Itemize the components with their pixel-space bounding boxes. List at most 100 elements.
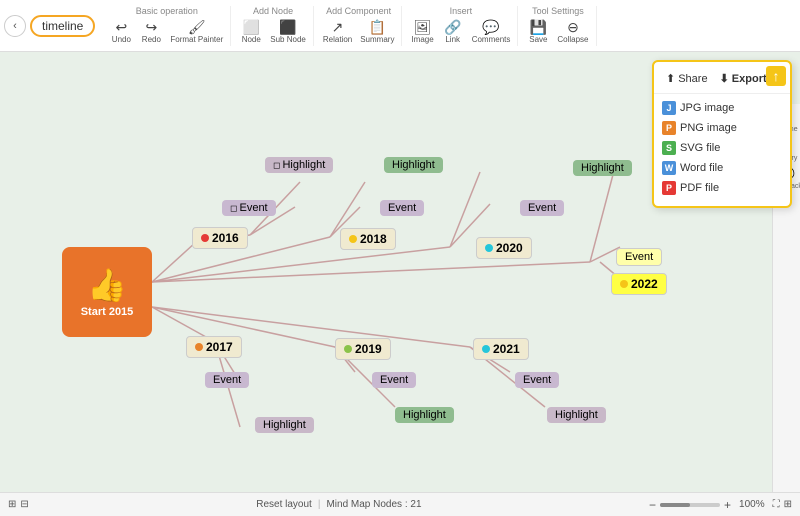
- statusbar-icon-left2: ⊟: [20, 499, 28, 510]
- png-label: PNG image: [680, 122, 737, 134]
- statusbar-center: Reset layout | Mind Map Nodes : 21: [37, 499, 641, 510]
- export-png-button[interactable]: P PNG image: [654, 118, 790, 138]
- year-2022-node[interactable]: 2022: [611, 273, 667, 295]
- highlight-2016-node[interactable]: ◻ Highlight: [265, 157, 333, 173]
- export-label: Export: [732, 73, 767, 85]
- event-2022-label: Event: [625, 251, 653, 263]
- export-icon: ⬇: [720, 72, 729, 85]
- jpg-icon: J: [662, 101, 676, 115]
- word-icon: W: [662, 161, 676, 175]
- highlight-2021-label: Highlight: [555, 409, 598, 421]
- year-2019-node[interactable]: 2019: [335, 338, 391, 360]
- export-panel: ⬆ Share ⬇ Export ↑ J JPG image P PNG ima…: [652, 60, 792, 208]
- highlight-2020-label: Highlight: [581, 162, 624, 174]
- summary-button[interactable]: 📋Summary: [357, 18, 397, 46]
- highlight-2017-node[interactable]: Highlight: [255, 417, 314, 433]
- link-button[interactable]: 🔗Link: [439, 18, 467, 46]
- highlight-2016-icon: ◻: [273, 160, 280, 171]
- event-2019-node[interactable]: Event: [372, 372, 416, 388]
- event-2021-label: Event: [523, 374, 551, 386]
- mind-map-nodes-label: Mind Map Nodes : 21: [326, 499, 421, 510]
- toolbar: ‹ timeline Basic operation ↩Undo ↪Redo 🖌…: [0, 0, 800, 52]
- statusbar: ⊞ ⊟ Reset layout | Mind Map Nodes : 21 −…: [0, 492, 800, 516]
- highlight-2019-label: Highlight: [403, 409, 446, 421]
- event-2017-node[interactable]: Event: [205, 372, 249, 388]
- zoom-bar[interactable]: [660, 503, 720, 507]
- event-2016-node[interactable]: ◻ Event: [222, 200, 276, 216]
- svg-label: SVG file: [680, 142, 720, 154]
- statusbar-right: − + 100% ⛶ ⊞: [649, 498, 792, 512]
- node-button[interactable]: ⬜Node: [237, 18, 265, 46]
- tool-settings-label: Tool Settings: [532, 6, 584, 16]
- redo-button[interactable]: ↪Redo: [137, 18, 165, 46]
- save-button[interactable]: 💾Save: [524, 18, 552, 46]
- event-2016-icon: ◻: [230, 203, 237, 214]
- year-2016-node[interactable]: 2016: [192, 227, 248, 249]
- timeline-tab[interactable]: timeline: [30, 15, 95, 37]
- zoom-minus-button[interactable]: −: [649, 498, 656, 512]
- start-emoji: 👍: [87, 266, 127, 304]
- collapse-button[interactable]: ⊖Collapse: [554, 18, 591, 46]
- year-2018-label: 2018: [360, 232, 387, 246]
- format-painter-button[interactable]: 🖌Format Painter: [167, 18, 226, 46]
- dot-2017: [195, 343, 203, 351]
- statusbar-divider: |: [318, 499, 321, 510]
- insert-label: Insert: [450, 6, 473, 16]
- statusbar-left: ⊞ ⊟: [8, 499, 29, 510]
- image-button[interactable]: 🖼Image: [408, 18, 436, 46]
- year-2021-node[interactable]: 2021: [473, 338, 529, 360]
- year-2017-label: 2017: [206, 340, 233, 354]
- pdf-label: PDF file: [680, 182, 719, 194]
- highlight-2019-node[interactable]: Highlight: [395, 407, 454, 423]
- dot-2018: [349, 235, 357, 243]
- fit-icon[interactable]: ⊞: [784, 499, 792, 510]
- highlight-2018-node[interactable]: Highlight: [384, 157, 443, 173]
- export-arrow-icon[interactable]: ↑: [766, 66, 786, 86]
- export-svg-button[interactable]: S SVG file: [654, 138, 790, 158]
- export-word-button[interactable]: W Word file: [654, 158, 790, 178]
- highlight-2020-node[interactable]: Highlight: [573, 160, 632, 176]
- add-component-label: Add Component: [326, 6, 391, 16]
- dot-2021: [482, 345, 490, 353]
- event-2022-node[interactable]: Event: [616, 248, 662, 266]
- event-2021-node[interactable]: Event: [515, 372, 559, 388]
- year-2019-label: 2019: [355, 342, 382, 356]
- undo-button[interactable]: ↩Undo: [107, 18, 135, 46]
- share-label: Share: [678, 73, 707, 85]
- year-2020-label: 2020: [496, 241, 523, 255]
- mind-map-canvas[interactable]: 👍 Start 2015 2016 ◻ Event ◻ Highlight 20…: [0, 52, 800, 516]
- year-2021-label: 2021: [493, 342, 520, 356]
- start-label: Start 2015: [81, 306, 134, 318]
- export-button[interactable]: ⬇ Export: [716, 70, 771, 87]
- back-button[interactable]: ‹: [4, 15, 26, 37]
- toolbar-group-insert: Insert 🖼Image 🔗Link 💬Comments: [404, 6, 518, 46]
- dot-2016: [201, 234, 209, 242]
- year-2020-node[interactable]: 2020: [476, 237, 532, 259]
- sub-node-button[interactable]: ⬛Sub Node: [267, 18, 309, 46]
- export-pdf-button[interactable]: P PDF file: [654, 178, 790, 198]
- export-jpg-button[interactable]: J JPG image: [654, 98, 790, 118]
- year-2018-node[interactable]: 2018: [340, 228, 396, 250]
- event-2018-node[interactable]: Event: [380, 200, 424, 216]
- event-2020-label: Event: [528, 202, 556, 214]
- highlight-2016-label: Highlight: [282, 159, 325, 171]
- event-2018-label: Event: [388, 202, 416, 214]
- event-2019-label: Event: [380, 374, 408, 386]
- dot-2019: [344, 345, 352, 353]
- dot-2022: [620, 280, 628, 288]
- reset-layout-label[interactable]: Reset layout: [256, 499, 312, 510]
- toolbar-group-add-node: Add Node ⬜Node ⬛Sub Node: [233, 6, 314, 46]
- start-node[interactable]: 👍 Start 2015: [62, 247, 152, 337]
- share-button[interactable]: ⬆ Share: [662, 70, 712, 87]
- comments-button[interactable]: 💬Comments: [469, 18, 514, 46]
- zoom-plus-button[interactable]: +: [724, 498, 731, 512]
- highlight-2021-node[interactable]: Highlight: [547, 407, 606, 423]
- event-2020-node[interactable]: Event: [520, 200, 564, 216]
- year-2017-node[interactable]: 2017: [186, 336, 242, 358]
- statusbar-icon-left: ⊞: [8, 499, 16, 510]
- relation-button[interactable]: ↗Relation: [320, 18, 355, 46]
- dot-2020: [485, 244, 493, 252]
- highlight-2017-label: Highlight: [263, 419, 306, 431]
- share-icon: ⬆: [666, 72, 675, 85]
- fullscreen-icon[interactable]: ⛶: [773, 499, 780, 510]
